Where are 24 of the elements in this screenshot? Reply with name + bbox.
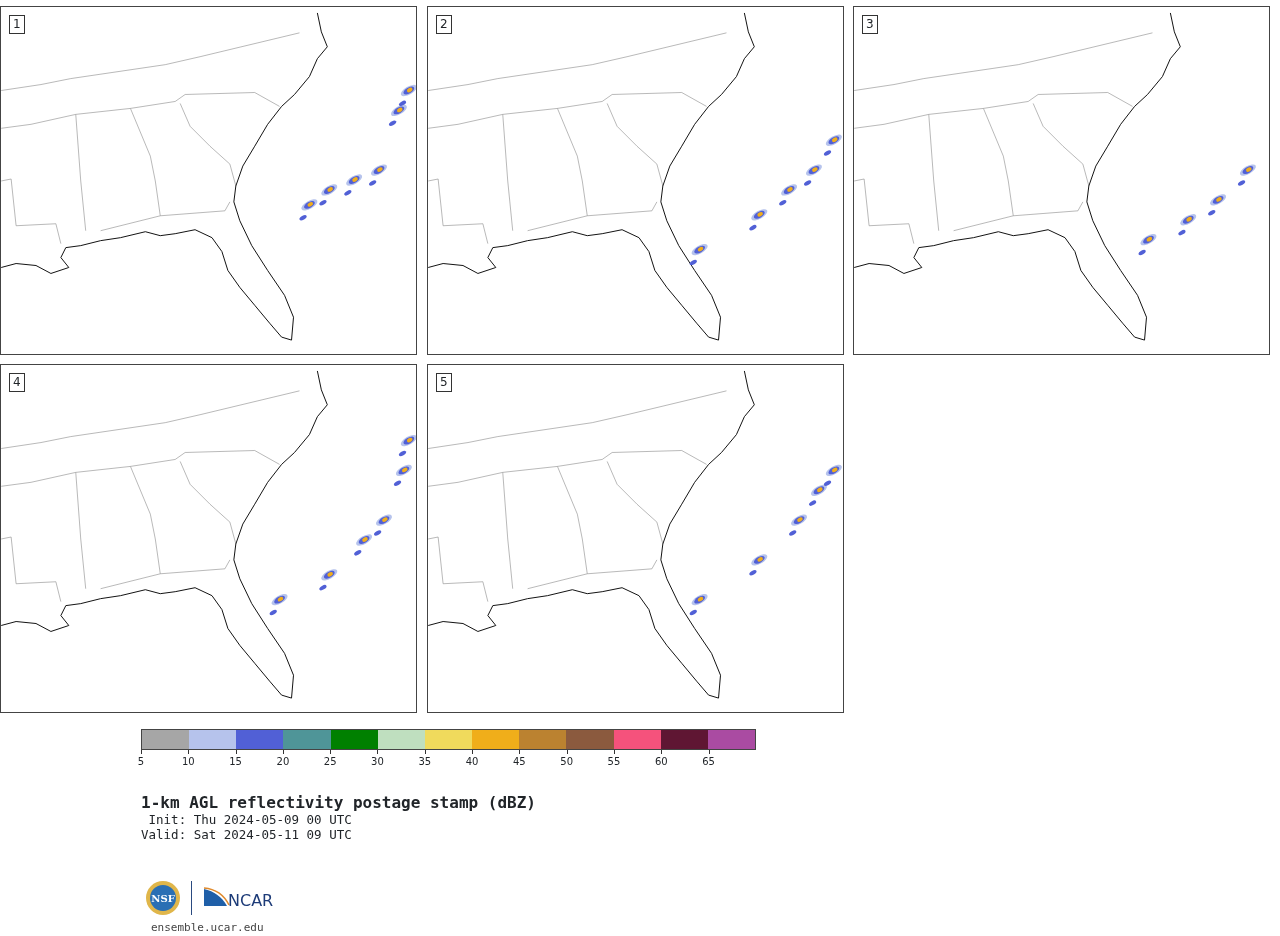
tick-label: 20 xyxy=(276,756,290,767)
panel-number: 4 xyxy=(9,373,25,392)
panel-number: 1 xyxy=(9,15,25,34)
ncar-logo: NCAR xyxy=(202,887,276,909)
tick-label: 55 xyxy=(607,756,621,767)
tick-label: 60 xyxy=(654,756,668,767)
tick-label: 15 xyxy=(229,756,242,767)
tick-label: 40 xyxy=(465,756,479,767)
panel-number: 5 xyxy=(436,373,452,392)
panel-number: 3 xyxy=(862,15,878,34)
site-url: ensemble.ucar.edu xyxy=(151,920,265,936)
init-time: Init: Thu 2024-05-09 00 UTC xyxy=(147,812,353,827)
chart-title: 1-km AGL reflectivity postage stamp (dBZ) xyxy=(141,793,537,812)
tick-label: 30 xyxy=(371,756,384,767)
tick-label: 5 xyxy=(137,756,145,767)
nsf-logo: NSF xyxy=(145,880,181,916)
tick-label: 65 xyxy=(702,756,715,767)
tick-label: 35 xyxy=(418,756,432,767)
tick-label: 50 xyxy=(560,756,574,767)
panel-number: 2 xyxy=(436,15,452,34)
tick-label: 45 xyxy=(513,756,526,767)
tick-label: 25 xyxy=(323,756,337,767)
valid-time: Valid: Sat 2024-05-11 09 UTC xyxy=(141,827,353,842)
tick-label: 10 xyxy=(181,756,195,767)
